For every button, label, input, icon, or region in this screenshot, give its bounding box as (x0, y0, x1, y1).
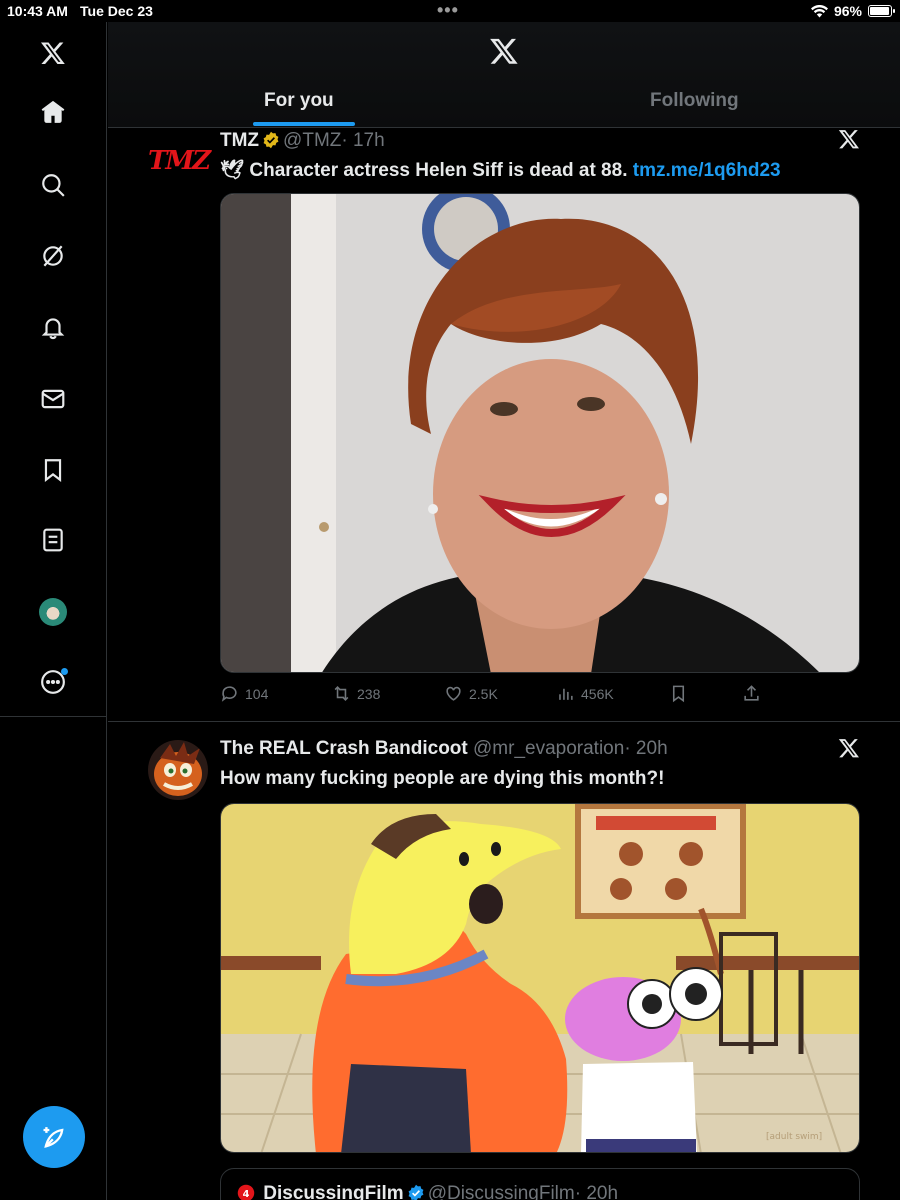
quoted-tweet-card[interactable]: 4 DiscussingFilm @DiscussingFilm· 20h (220, 1168, 860, 1200)
x-logo-icon[interactable] (38, 38, 68, 68)
sidebar-divider (0, 716, 107, 717)
share-icon (744, 685, 759, 701)
verified-blue-icon (408, 1184, 424, 1200)
views-count: 456K (581, 685, 614, 702)
tweet-link[interactable]: tmz.me/1q6hd23 (633, 160, 781, 181)
wifi-icon (810, 4, 828, 17)
tmz-logo[interactable]: TMZ (148, 146, 211, 176)
active-tab-indicator (253, 122, 355, 126)
bookmark-button[interactable] (669, 684, 688, 703)
views-button[interactable]: 456K (556, 684, 614, 703)
author-name[interactable]: The REAL Crash Bandicoot (220, 738, 468, 759)
notification-dot (61, 668, 68, 675)
battery-percent: 96% (833, 3, 862, 19)
tweet-header: TMZ @TMZ· 17h (220, 130, 385, 152)
like-count: 2.5K (469, 685, 498, 702)
sidebar (0, 22, 107, 1200)
header: For you Following (108, 22, 900, 128)
repost-icon (334, 686, 349, 701)
quoted-tweet-header: 4 DiscussingFilm @DiscussingFilm· 20h (237, 1183, 618, 1200)
discussingfilm-logo-icon: 4 (237, 1184, 255, 1200)
tweet-gif[interactable]: [adult swim] (220, 803, 860, 1153)
notifications-icon[interactable] (38, 312, 68, 342)
x-logo-icon (490, 38, 518, 64)
author-avatar[interactable] (148, 740, 208, 800)
quoted-tweet-time: · 20h (574, 1183, 619, 1200)
messages-icon[interactable] (38, 384, 68, 414)
tweet-text: How many fucking people are dying this m… (220, 768, 665, 789)
grok-icon[interactable] (38, 241, 68, 271)
dove-emoji: 🕊 (220, 160, 245, 181)
share-button[interactable] (742, 684, 761, 703)
author-name[interactable]: TMZ (220, 130, 259, 151)
gif-watermark: [adult swim] (766, 1132, 822, 1142)
lists-icon[interactable] (38, 525, 68, 555)
repost-count: 238 (357, 685, 381, 702)
tweet-time[interactable]: · 17h (341, 130, 384, 151)
tweet[interactable]: TMZ TMZ @TMZ· 17h 🕊 Character actress Hel… (108, 128, 900, 722)
battery-icon (868, 5, 895, 17)
more-icon[interactable] (38, 667, 68, 697)
status-time: 10:43 AM (7, 3, 68, 19)
profile-avatar[interactable] (38, 597, 68, 627)
reply-button[interactable]: 104 (220, 684, 268, 703)
tab-following[interactable]: Following (650, 90, 739, 112)
views-icon (559, 688, 573, 700)
repost-button[interactable]: 238 (332, 684, 380, 703)
like-button[interactable]: 2.5K (444, 684, 498, 703)
status-date: Tue Dec 23 (80, 3, 153, 19)
status-right: 96% (810, 3, 895, 19)
compose-button[interactable] (23, 1106, 85, 1168)
author-handle[interactable]: @mr_evaporation (473, 738, 624, 759)
tweet-header: The REAL Crash Bandicoot @mr_evaporation… (220, 738, 668, 760)
quoted-author-handle: @DiscussingFilm (427, 1183, 575, 1200)
tweet[interactable]: The REAL Crash Bandicoot @mr_evaporation… (108, 723, 900, 1200)
tweet-actions: 104 238 2.5K 456K (220, 684, 760, 708)
bookmarks-icon[interactable] (38, 455, 68, 485)
verified-gold-icon (263, 131, 279, 149)
bookmark-icon (672, 685, 685, 703)
compose-icon (43, 1127, 64, 1148)
svg-text:4: 4 (243, 1189, 250, 1200)
search-icon[interactable] (38, 170, 68, 200)
heart-icon (446, 686, 461, 701)
tweet-photo[interactable] (220, 193, 860, 673)
home-icon[interactable] (38, 97, 68, 127)
tab-for-you[interactable]: For you (264, 90, 334, 112)
grok-x-icon[interactable] (838, 128, 860, 150)
multitasking-dots-icon[interactable]: ••• (437, 0, 459, 21)
reply-count: 104 (245, 685, 269, 702)
status-bar: 10:43 AM Tue Dec 23 ••• 96% (0, 0, 900, 22)
author-handle[interactable]: @TMZ (283, 130, 341, 151)
tweet-text: 🕊 Character actress Helen Siff is dead a… (220, 160, 781, 181)
grok-x-icon[interactable] (838, 737, 860, 759)
quoted-author-name: DiscussingFilm (263, 1183, 404, 1200)
tweet-time[interactable]: · 20h (624, 738, 667, 759)
reply-icon (221, 686, 237, 702)
